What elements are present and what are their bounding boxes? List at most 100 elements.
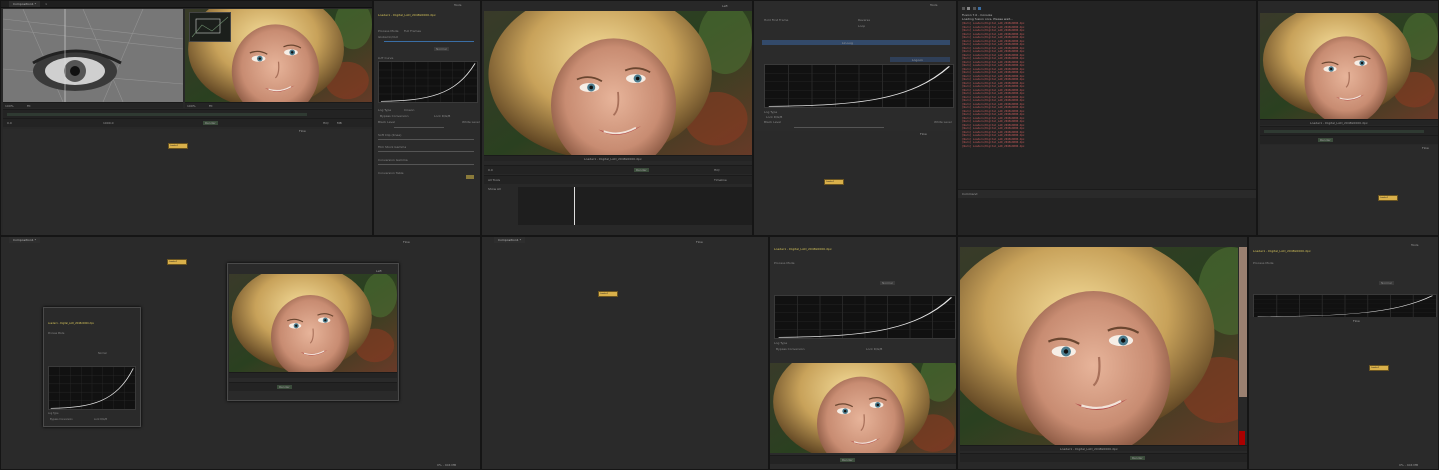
composition-tab[interactable]: Composition1 * bbox=[9, 1, 41, 7]
render-button[interactable]: Render bbox=[840, 458, 855, 462]
conversion-gamma-slider[interactable] bbox=[378, 164, 474, 165]
vertical-scrollbar[interactable] bbox=[1239, 247, 1247, 397]
floating-inspector-window[interactable]: Loader1 - Digital_LAD_2048x0000.dpx Proc… bbox=[43, 307, 141, 427]
black-level-slider[interactable] bbox=[794, 127, 884, 128]
lut-curve-graph[interactable] bbox=[378, 61, 478, 103]
panel-bottom-left[interactable]: Composition1 * Flow Loader1 Left Render … bbox=[0, 236, 481, 470]
loader-node[interactable]: Loader1 bbox=[168, 143, 188, 149]
playhead[interactable] bbox=[574, 187, 575, 225]
fit-button[interactable]: Fit bbox=[27, 104, 31, 108]
lin-log-button[interactable]: Lin-Log bbox=[762, 40, 950, 45]
loader-node[interactable]: Loader1 bbox=[167, 259, 187, 265]
zoom-level[interactable]: 100% bbox=[5, 104, 14, 108]
normal-button[interactable]: Normal bbox=[434, 47, 449, 51]
reverse-label[interactable]: Reverse bbox=[858, 18, 870, 22]
log-lin-button[interactable]: Log-Lin bbox=[890, 57, 950, 62]
frame-start[interactable]: 0.0 bbox=[488, 168, 493, 172]
process-mode-value[interactable]: Full Frames bbox=[404, 29, 421, 33]
fit-button[interactable]: Fit bbox=[209, 104, 213, 108]
soft-clip-slider[interactable] bbox=[378, 139, 474, 140]
time-ruler[interactable] bbox=[3, 109, 372, 118]
console-output[interactable]: [Warn] Loaders/Digital_LAD_2048x0000.dpx… bbox=[962, 22, 1252, 182]
tools-tab[interactable]: Tools bbox=[454, 3, 461, 7]
log-type-value[interactable]: Cineon bbox=[404, 108, 414, 112]
command-input[interactable]: Command bbox=[962, 192, 977, 196]
mb-button[interactable]: MB bbox=[337, 121, 342, 125]
script-filter-icon[interactable] bbox=[977, 7, 981, 10]
floating-viewer-window[interactable]: Left Render bbox=[227, 263, 399, 401]
lock-checkbox[interactable]: Lock R/G/B bbox=[866, 347, 882, 351]
flow-tab[interactable]: Flow bbox=[1353, 319, 1360, 323]
global-slider[interactable] bbox=[384, 41, 474, 42]
loader-node[interactable]: Loader1 bbox=[824, 179, 844, 185]
flow-area[interactable]: Flow Loader1 bbox=[1260, 145, 1438, 235]
transport-bar: Render bbox=[960, 453, 1247, 462]
flow-tab[interactable]: Flow bbox=[403, 240, 410, 244]
bypass-checkbox[interactable]: Bypass Conversion bbox=[50, 418, 73, 421]
main-viewer[interactable] bbox=[484, 11, 752, 155]
loader-title: Loader1 - Digital_LAD_2048x0000.dpx bbox=[774, 247, 832, 251]
hiq-button[interactable]: HiQ bbox=[323, 121, 328, 125]
ruler-bar[interactable] bbox=[7, 113, 307, 116]
flow-tab[interactable]: Flow bbox=[920, 132, 927, 136]
frame-end[interactable]: 1000.0 bbox=[103, 121, 114, 125]
tools-tab[interactable]: Tools bbox=[930, 3, 937, 7]
composition-tab[interactable]: Composition1 * bbox=[494, 237, 526, 243]
film-stock-slider[interactable] bbox=[378, 151, 474, 152]
panel-bottom-center[interactable]: Composition1 * Flow Loader1 bbox=[481, 236, 769, 470]
show-all-button[interactable]: Show All bbox=[488, 187, 501, 191]
large-viewer[interactable] bbox=[960, 247, 1238, 445]
frame-start[interactable]: 0.0 bbox=[7, 121, 12, 125]
lock-checkbox[interactable]: Lock R/G/B bbox=[766, 115, 782, 119]
render-button[interactable]: Render bbox=[1130, 456, 1145, 460]
lut-curve-graph[interactable] bbox=[774, 295, 956, 339]
lut-curve-graph[interactable] bbox=[48, 366, 136, 410]
render-button[interactable]: Render bbox=[277, 385, 292, 389]
close-icon[interactable]: × bbox=[45, 1, 48, 7]
hiq-button[interactable]: HiQ bbox=[714, 168, 719, 172]
loop-label[interactable]: Loop bbox=[858, 24, 865, 28]
bypass-checkbox[interactable]: Bypass Conversion bbox=[380, 114, 408, 118]
small-viewer[interactable] bbox=[770, 363, 956, 453]
tools-tab[interactable]: Tools bbox=[1411, 243, 1418, 247]
all-tools-button[interactable]: All Tools bbox=[488, 178, 500, 182]
lock-checkbox[interactable]: Lock R/G/B bbox=[94, 418, 107, 421]
normal-button[interactable]: Normal bbox=[98, 352, 107, 355]
navigator-thumbnail[interactable] bbox=[189, 12, 231, 42]
render-button[interactable]: Render bbox=[1318, 138, 1333, 142]
render-button[interactable]: Render bbox=[203, 121, 218, 125]
timeline-track-area[interactable] bbox=[518, 187, 752, 225]
error-filter-icon[interactable] bbox=[967, 7, 971, 10]
zoom-level[interactable]: 100% bbox=[187, 104, 196, 108]
viewer-right[interactable] bbox=[1260, 13, 1438, 119]
black-level-slider[interactable] bbox=[394, 127, 444, 128]
composition-tab[interactable]: Composition1 * bbox=[9, 237, 41, 243]
console-header-2: Loading fusion core. Please wait... bbox=[962, 17, 1014, 21]
ruler-bar[interactable] bbox=[1264, 130, 1424, 133]
lock-checkbox[interactable]: Lock R/G/B bbox=[434, 114, 450, 118]
viewer-left[interactable] bbox=[3, 9, 183, 102]
time-ruler[interactable] bbox=[1260, 126, 1438, 135]
loader-node[interactable]: Loader1 bbox=[1378, 195, 1398, 201]
hold-label[interactable]: Hold First Frame bbox=[764, 18, 788, 22]
viewer[interactable] bbox=[229, 274, 397, 372]
lut-curve-graph[interactable] bbox=[1253, 294, 1437, 318]
normal-button[interactable]: Normal bbox=[880, 281, 895, 285]
loader-node[interactable]: Loader1 bbox=[598, 291, 618, 297]
conversion-table-button[interactable] bbox=[466, 175, 474, 179]
transport-bar: Render bbox=[770, 455, 956, 464]
flow-tab[interactable]: Flow bbox=[299, 129, 306, 133]
clear-icon[interactable] bbox=[962, 7, 965, 10]
log-filter-icon[interactable] bbox=[972, 7, 976, 10]
flow-area[interactable]: Flow Loader1 bbox=[3, 129, 372, 235]
flow-area[interactable]: Flow Loader1 0% - 404 MB bbox=[1249, 317, 1438, 469]
flow-area[interactable]: Flow Loader1 bbox=[754, 131, 956, 235]
flow-tab[interactable]: Flow bbox=[1422, 146, 1429, 150]
normal-button[interactable]: Normal bbox=[1379, 281, 1394, 285]
lut-curve-graph[interactable] bbox=[764, 64, 954, 108]
render-button[interactable]: Render bbox=[634, 168, 649, 172]
loader-node[interactable]: Loader1 bbox=[1369, 365, 1389, 371]
bypass-checkbox[interactable]: Bypass Conversion bbox=[776, 347, 804, 351]
viewer-right[interactable] bbox=[185, 9, 372, 102]
flow-tab[interactable]: Flow bbox=[696, 240, 703, 244]
